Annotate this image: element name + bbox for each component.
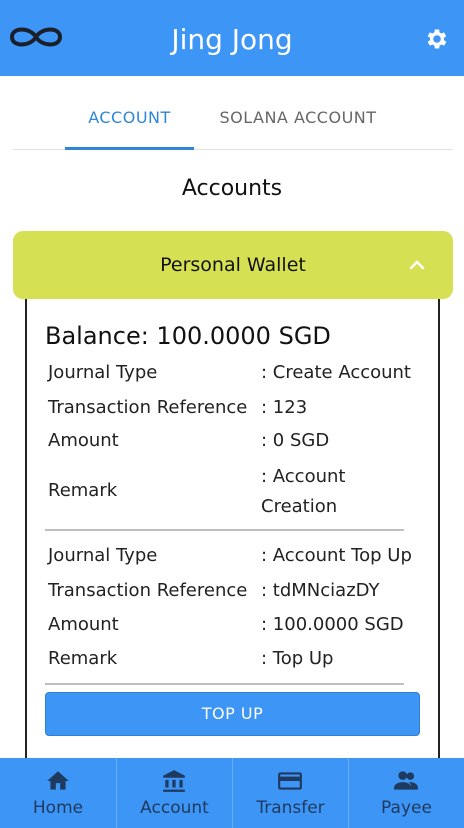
- nav-item-home[interactable]: Home: [0, 758, 116, 828]
- reference-value: : tdMNciazDY: [261, 580, 380, 601]
- remark-value: : Top Up: [261, 648, 334, 669]
- nav-label-account: Account: [140, 798, 209, 818]
- app-title: Jing Jong: [171, 23, 293, 56]
- nav-label-payee: Payee: [381, 798, 432, 818]
- nav-label-transfer: Transfer: [256, 798, 325, 818]
- amount-value: : 0 SGD: [261, 430, 330, 451]
- home-icon: [47, 771, 69, 790]
- remark-label: Remark: [48, 648, 118, 669]
- credit-card-icon: [278, 772, 302, 790]
- journal-type-value: : Create Account: [261, 362, 411, 383]
- nav-item-payee[interactable]: Payee: [349, 758, 464, 828]
- wallet-accordion-header[interactable]: Personal Wallet: [13, 231, 453, 299]
- people-icon: [394, 771, 418, 790]
- journal-type-label: Journal Type: [48, 545, 158, 566]
- bottom-nav: Home Account Transfer Payee: [0, 758, 464, 828]
- tab-account[interactable]: ACCOUNT: [65, 96, 194, 150]
- nav-label-home: Home: [32, 798, 84, 818]
- wallet-name: Personal Wallet: [160, 254, 306, 276]
- divider: [45, 683, 404, 685]
- wallet-balance: Balance: 100.0000 SGD: [45, 322, 331, 350]
- tab-solana-account[interactable]: SOLANA ACCOUNT: [209, 96, 387, 150]
- page-title: Accounts: [181, 176, 283, 201]
- gear-icon[interactable]: [424, 26, 450, 52]
- journal-type-value: : Account Top Up: [261, 545, 412, 566]
- app-header: Jing Jong: [0, 0, 464, 76]
- reference-value: : 123: [261, 397, 308, 418]
- account-tabs: ACCOUNT SOLANA ACCOUNT: [13, 96, 453, 150]
- bank-icon: [163, 770, 185, 792]
- nav-item-transfer[interactable]: Transfer: [233, 758, 348, 828]
- reference-label: Transaction Reference: [48, 397, 248, 418]
- nav-item-account[interactable]: Account: [117, 758, 232, 828]
- top-up-button[interactable]: TOP UP: [45, 692, 420, 736]
- divider: [45, 529, 404, 531]
- remark-label: Remark: [48, 480, 118, 501]
- remark-value: : Account Creation: [261, 466, 346, 517]
- amount-label: Amount: [48, 614, 119, 635]
- transaction-row: Remark : Account Creation: [48, 462, 428, 522]
- amount-label: Amount: [48, 430, 119, 451]
- journal-type-label: Journal Type: [48, 362, 158, 383]
- amount-value: : 100.0000 SGD: [261, 614, 404, 635]
- chevron-up-icon[interactable]: [407, 256, 427, 274]
- reference-label: Transaction Reference: [48, 580, 248, 601]
